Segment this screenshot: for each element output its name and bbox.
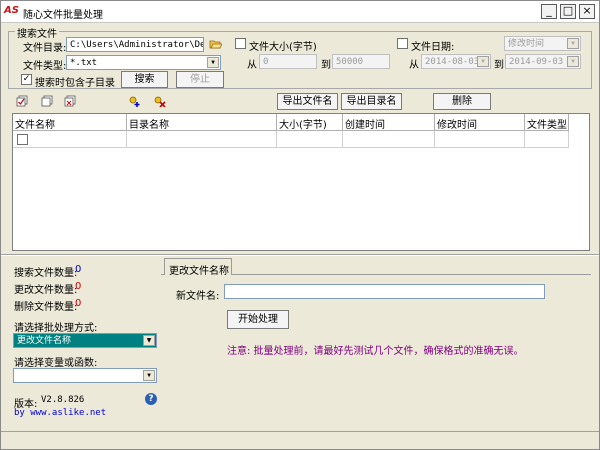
changed-count: 0	[75, 281, 82, 292]
website-link[interactable]: by www.aslike.net	[14, 408, 106, 418]
variable-label: 请选择变量或函数:	[14, 358, 98, 369]
column-header-created[interactable]: 创建时间	[343, 114, 435, 131]
search-group-title: 搜索文件	[15, 25, 59, 40]
variable-select[interactable]: ▼	[13, 368, 157, 383]
column-header-filetype[interactable]: 文件类型	[525, 114, 569, 131]
remove-file-icon[interactable]	[153, 95, 166, 108]
chevron-down-icon[interactable]: ▼	[143, 370, 155, 381]
invert-selection-icon[interactable]	[64, 95, 76, 107]
select-all-icon[interactable]	[16, 95, 28, 107]
mode-select[interactable]: 更改文件名称 ▼	[13, 333, 157, 348]
table-cell[interactable]	[525, 131, 569, 148]
file-date-label: 文件日期:	[411, 42, 455, 53]
new-name-input[interactable]	[224, 284, 545, 299]
maximize-button[interactable]: □	[560, 4, 576, 19]
export-filename-button[interactable]: 导出文件名	[277, 93, 338, 110]
column-header-size[interactable]: 大小(字节)	[277, 114, 343, 131]
table-cell[interactable]	[13, 131, 127, 148]
column-header-modified[interactable]: 修改时间	[435, 114, 525, 131]
results-table[interactable]: 文件名称 目录名称 大小(字节) 创建时间 修改时间 文件类型	[12, 113, 590, 251]
splitter[interactable]	[1, 254, 599, 256]
app-logo: AS	[4, 5, 19, 16]
chevron-down-icon[interactable]: ▼	[567, 38, 579, 49]
version-number: V2.8.826	[41, 395, 85, 405]
folder-open-icon[interactable]	[209, 38, 223, 50]
column-header-filename[interactable]: 文件名称	[13, 114, 127, 131]
date-from-picker[interactable]: 2014-08-03 ▼	[421, 54, 491, 69]
deleted-count: 0	[75, 298, 82, 309]
row-checkbox[interactable]	[17, 134, 28, 145]
delete-button[interactable]: 删除	[433, 93, 491, 110]
start-process-button[interactable]: 开始处理	[227, 310, 289, 329]
chevron-down-icon[interactable]: ▼	[143, 335, 155, 346]
date-to-value: 2014-09-03	[509, 57, 564, 67]
file-date-checkbox[interactable]	[397, 38, 408, 49]
include-subdir-label: 搜索时包含子目录	[35, 78, 115, 89]
stop-button[interactable]: 停止	[176, 71, 224, 88]
mode-value: 更改文件名称	[17, 336, 72, 346]
size-to-field[interactable]: 50000	[332, 54, 390, 69]
file-type-select[interactable]: *.txt ▼	[66, 55, 221, 70]
file-size-checkbox[interactable]	[235, 38, 246, 49]
size-from-field[interactable]: 0	[259, 54, 317, 69]
main-window: AS 随心文件批量处理 _ □ × 搜索文件 文件目录: C:\Users\Ad…	[0, 0, 600, 450]
mode-label: 请选择批处理方式:	[14, 323, 98, 334]
search-button[interactable]: 搜索	[121, 71, 168, 88]
table-cell[interactable]	[127, 131, 277, 148]
deselect-all-icon[interactable]	[41, 95, 53, 107]
window-title: 随心文件批量处理	[23, 10, 103, 21]
directory-label: 文件目录:	[23, 43, 67, 54]
add-file-icon[interactable]	[128, 95, 140, 107]
date-to-label: 到	[494, 60, 504, 71]
new-name-label: 新文件名:	[176, 291, 220, 302]
help-icon[interactable]: ?	[145, 393, 157, 405]
date-from-value: 2014-08-03	[425, 57, 480, 67]
file-type-value: *.txt	[70, 58, 98, 68]
file-type-label: 文件类型:	[23, 61, 67, 72]
close-button[interactable]: ×	[579, 4, 595, 19]
column-header-dirname[interactable]: 目录名称	[127, 114, 277, 131]
export-dirname-button[interactable]: 导出目录名	[341, 93, 402, 110]
status-bar	[1, 431, 599, 449]
warning-note: 注意: 批量处理前，请最好先测试几个文件，确保格式的准确无误。	[227, 346, 524, 357]
chevron-down-icon[interactable]: ▼	[477, 56, 489, 67]
file-size-label: 文件大小(字节)	[249, 42, 317, 53]
searched-count-label: 搜索文件数量:	[14, 268, 78, 279]
table-cell[interactable]	[343, 131, 435, 148]
date-type-value: 修改时间	[508, 39, 545, 49]
deleted-count-label: 删除文件数量:	[14, 302, 78, 313]
date-type-select[interactable]: 修改时间 ▼	[504, 36, 581, 51]
title-bar: AS 随心文件批量处理 _ □ ×	[1, 1, 599, 23]
date-to-picker[interactable]: 2014-09-03 ▼	[505, 54, 581, 69]
size-from-label: 从	[247, 60, 257, 71]
chevron-down-icon[interactable]: ▼	[207, 57, 219, 68]
include-subdir-checkbox[interactable]: ✓	[21, 74, 32, 85]
searched-count: 0	[75, 264, 82, 275]
size-to-label: 到	[321, 60, 331, 71]
tab-rename[interactable]: 更改文件名称	[164, 258, 232, 277]
date-from-label: 从	[409, 60, 419, 71]
table-cell[interactable]	[435, 131, 525, 148]
chevron-down-icon[interactable]: ▼	[567, 56, 579, 67]
table-cell[interactable]	[277, 131, 343, 148]
changed-count-label: 更改文件数量:	[14, 285, 78, 296]
minimize-button[interactable]: _	[541, 4, 557, 19]
directory-field[interactable]: C:\Users\Administrator\Desktop	[66, 37, 204, 52]
